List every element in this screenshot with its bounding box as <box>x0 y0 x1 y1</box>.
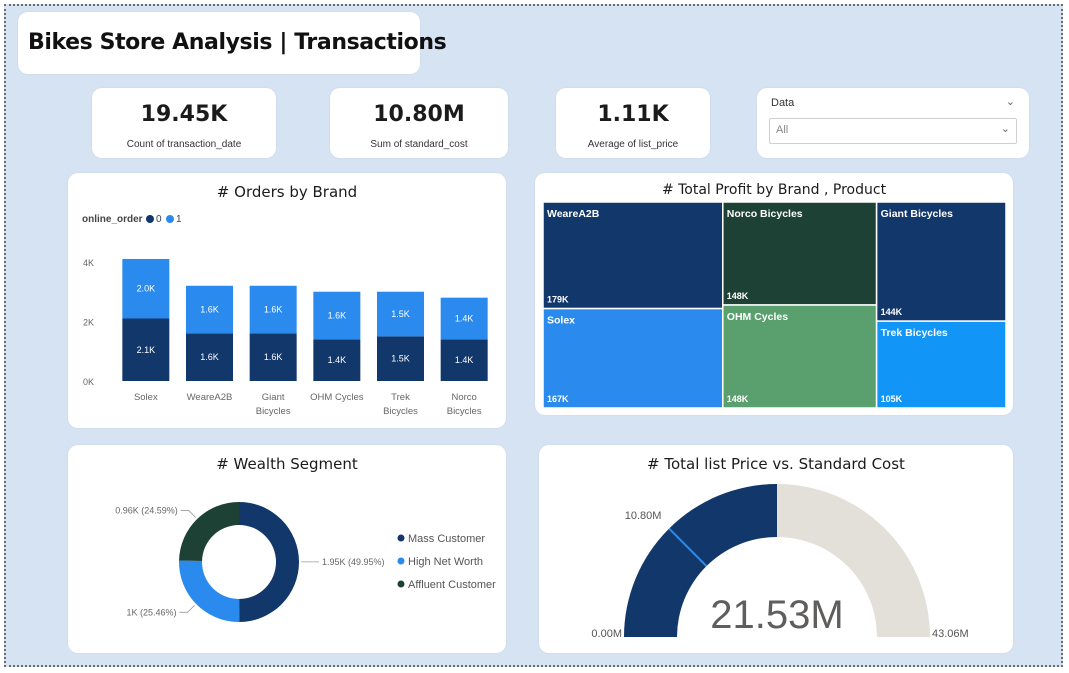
x-tick-label: Giant <box>262 392 285 403</box>
data-label: 1.5K <box>391 354 410 364</box>
treemap-label: WeareA2B <box>547 208 600 220</box>
gauge-min-label: 0.00M <box>591 628 622 640</box>
list-price-gauge: 10.80M 0.00M 43.06M 21.53M <box>591 484 969 640</box>
data-slicer[interactable]: Data ⌄ All ⌄ <box>757 88 1029 158</box>
treemap-label: Giant Bicycles <box>881 208 954 220</box>
x-tick-label: WeareA2B <box>187 392 233 403</box>
x-tick-label: OHM Cycles <box>310 392 364 403</box>
kpi-label: Count of transaction_date <box>126 139 242 150</box>
data-label: 1.4K <box>328 355 347 365</box>
legend-marker <box>397 580 405 588</box>
y-tick-label: 2K <box>83 317 94 327</box>
x-tick-label: Trek <box>391 392 410 403</box>
treemap-value: 167K <box>547 394 569 404</box>
leader-line <box>180 510 197 518</box>
legend-marker <box>166 215 174 223</box>
data-label: 1.6K <box>200 352 219 362</box>
data-label: 1.95K (49.95%) <box>322 557 385 567</box>
y-tick-label: 0K <box>83 377 94 387</box>
wealth-segment-chart: 1.95K (49.95%) 1K (25.46%) 0.96K (24.59%) M… <box>115 502 496 622</box>
data-label: 2.1K <box>137 345 156 355</box>
x-tick-label: Bicycles <box>256 406 291 417</box>
leader-line <box>179 605 195 613</box>
chevron-down-icon[interactable]: ⌄ <box>1001 122 1010 135</box>
donut-slice <box>178 560 240 622</box>
x-tick-label: Solex <box>134 392 158 403</box>
kpi-value: 1.11K <box>597 102 669 127</box>
legend-title: online_order <box>82 214 143 225</box>
gauge-target-label: 10.80M <box>625 510 662 522</box>
wealth-segment-card: # Wealth Segment 1.95K (49.95%) 1K (25.46… <box>68 445 506 653</box>
treemap-value: 148K <box>727 291 749 301</box>
kpi-value: 19.45K <box>140 102 228 127</box>
treemap-value: 179K <box>547 295 569 305</box>
legend-label: Affluent Customer <box>408 579 496 591</box>
treemap-label: Norco Bicycles <box>727 208 803 220</box>
slicer-label: Data <box>771 97 795 109</box>
data-label: 1.4K <box>455 355 474 365</box>
legend-label: High Net Worth <box>408 556 483 568</box>
x-tick-label: Norco <box>451 392 476 403</box>
treemap-label: OHM Cycles <box>727 311 788 323</box>
data-label: 1.4K <box>455 314 474 324</box>
kpi-value: 10.80M <box>373 102 465 127</box>
dashboard-frame: Bikes Store Analysis | Transactions 19.4… <box>4 4 1063 667</box>
kpi-card-transaction-count: 19.45K Count of transaction_date <box>92 88 276 158</box>
treemap-value: 105K <box>881 394 903 404</box>
legend-label: 0 <box>156 214 162 225</box>
data-label: 1.6K <box>328 311 347 321</box>
y-tick-label: 4K <box>83 258 94 268</box>
treemap-value: 144K <box>881 307 903 317</box>
treemap-label: Solex <box>547 315 575 327</box>
legend-label: Mass Customer <box>408 533 485 545</box>
kpi-card-avg-list-price: 1.11K Average of list_price <box>556 88 710 158</box>
treemap-label: Trek Bicycles <box>881 327 948 339</box>
profit-treemap-chart: WeareA2B 179K Solex 167K Norco Bicycles 148K O… <box>542 201 1007 409</box>
data-label: 1.6K <box>264 305 283 315</box>
kpi-card-standard-cost: 10.80M Sum of standard_cost <box>330 88 508 158</box>
legend-label: 1 <box>176 214 182 225</box>
orders-by-brand-card: # Orders by Brand online_order 0 1 0K 2K 4K 2.… <box>68 173 506 428</box>
legend-marker <box>397 534 405 542</box>
title-card: Bikes Store Analysis | Transactions <box>18 12 447 74</box>
gauge-value: 21.53M <box>710 593 843 637</box>
data-label: 0.96K (24.59%) <box>115 505 178 515</box>
chevron-down-icon[interactable]: ⌄ <box>1006 95 1015 108</box>
profit-treemap-card: # Total Profit by Brand , Product WeareA… <box>535 173 1013 415</box>
orders-by-brand-chart: online_order 0 1 0K 2K 4K 2.1K 2.0K Solex 1.6K 1.6… <box>82 214 488 417</box>
donut-slice <box>179 502 239 562</box>
data-label: 1K (25.46%) <box>126 607 176 617</box>
kpi-label: Average of list_price <box>587 139 679 150</box>
legend-marker <box>146 215 154 223</box>
x-tick-label: Bicycles <box>383 406 418 417</box>
gauge-card: # Total list Price vs. Standard Cost 10.… <box>539 445 1013 653</box>
data-label: 1.6K <box>200 305 219 315</box>
treemap-value: 148K <box>727 394 749 404</box>
slicer-selected-value: All <box>776 124 789 136</box>
slicer-dropdown[interactable]: All ⌄ <box>769 118 1017 144</box>
page-title: Bikes Store Analysis | Transactions <box>28 30 447 55</box>
data-label: 2.0K <box>137 284 156 294</box>
legend-marker <box>397 557 405 565</box>
gauge-max-label: 43.06M <box>932 628 969 640</box>
data-label: 1.6K <box>264 352 283 362</box>
kpi-label: Sum of standard_cost <box>370 139 468 150</box>
x-tick-label: Bicycles <box>447 406 482 417</box>
data-label: 1.5K <box>391 309 410 319</box>
donut-slice <box>239 502 300 622</box>
